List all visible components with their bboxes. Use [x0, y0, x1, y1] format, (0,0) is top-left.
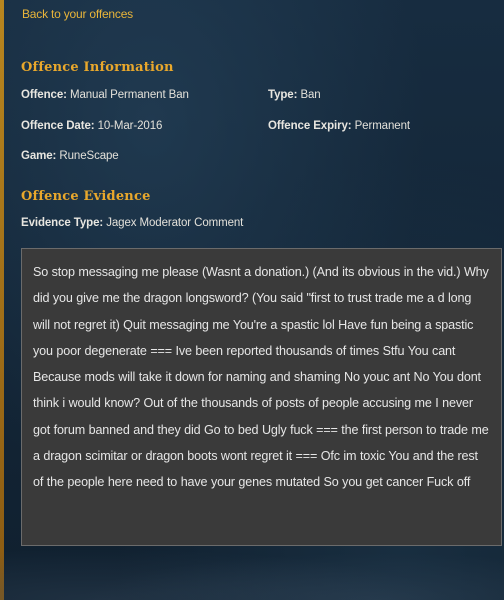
game-label: Game: — [21, 150, 57, 162]
offence-label: Offence: — [21, 89, 67, 101]
page-background: Back to your offences Offence Informatio… — [0, 0, 504, 600]
evidence-type-field: Evidence Type: Jagex Moderator Comment — [21, 217, 243, 229]
offence-field: Offence: Manual Permanent Ban — [21, 89, 189, 101]
evidence-type-value: Jagex Moderator Comment — [106, 217, 244, 229]
type-field: Type: Ban — [268, 89, 321, 101]
type-value: Ban — [300, 89, 321, 101]
back-to-offences-link[interactable]: Back to your offences — [22, 7, 133, 21]
game-field: Game: RuneScape — [21, 150, 119, 162]
type-label: Type: — [268, 89, 298, 101]
offence-date-field: Offence Date: 10-Mar-2016 — [21, 120, 162, 132]
background-texture — [0, 540, 504, 600]
offence-expiry-field: Offence Expiry: Permanent — [268, 120, 410, 132]
offence-information-heading: Offence Information — [21, 60, 174, 75]
game-value: RuneScape — [59, 150, 119, 162]
offence-evidence-heading: Offence Evidence — [21, 189, 151, 204]
evidence-comment-text: So stop messaging me please (Wasnt a don… — [33, 265, 489, 490]
offence-expiry-value: Permanent — [354, 120, 410, 132]
offence-date-label: Offence Date: — [21, 120, 95, 132]
left-border-accent — [0, 0, 4, 600]
offence-value: Manual Permanent Ban — [69, 89, 189, 101]
evidence-comment-box: So stop messaging me please (Wasnt a don… — [21, 248, 502, 546]
evidence-type-label: Evidence Type: — [21, 217, 104, 229]
offence-date-value: 10-Mar-2016 — [97, 120, 163, 132]
offence-expiry-label: Offence Expiry: — [268, 120, 352, 132]
